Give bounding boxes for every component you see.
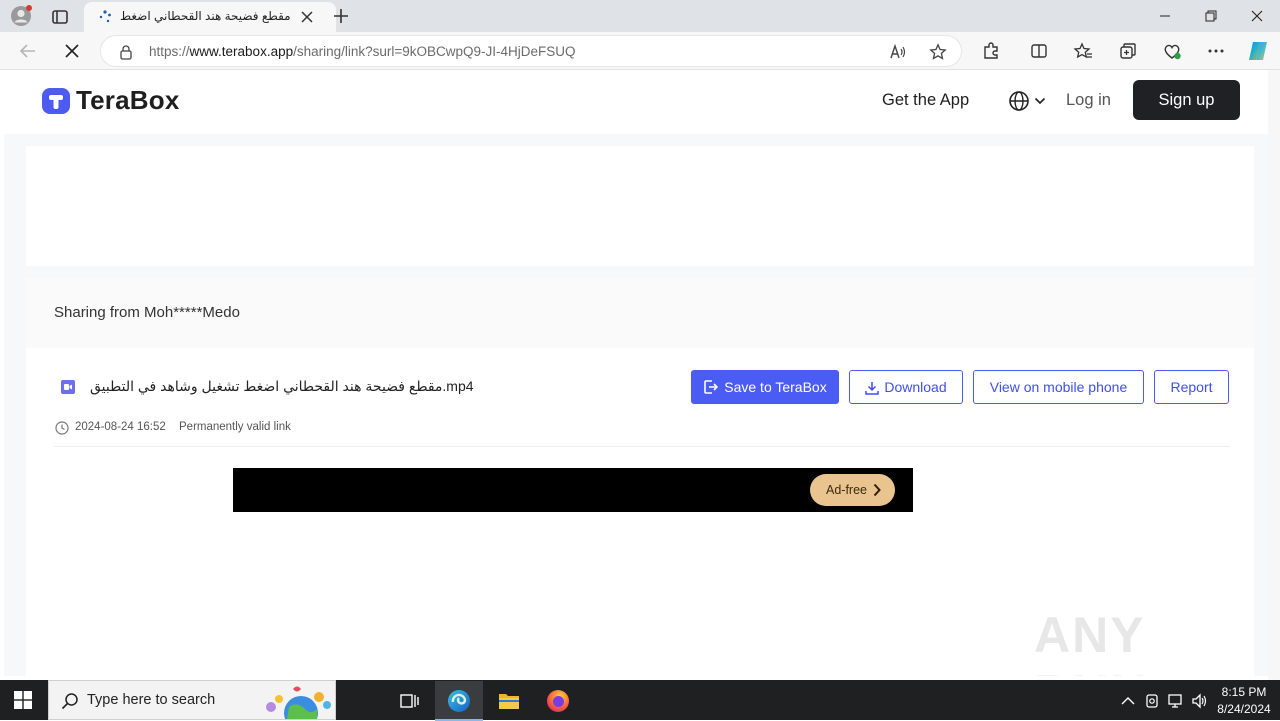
ad-banner-area: [26, 146, 1254, 266]
clock-time: 8:15 PM: [1221, 685, 1267, 699]
divider: [54, 446, 1230, 447]
tab-actions-icon[interactable]: [50, 7, 70, 27]
share-card-header: Sharing from Moh*****Medo: [26, 278, 1254, 348]
url-text[interactable]: https://www.terabox.app/sharing/link?sur…: [149, 44, 576, 59]
favorite-star-icon[interactable]: [929, 43, 947, 61]
read-aloud-icon[interactable]: [889, 43, 907, 61]
download-button[interactable]: Download: [849, 370, 963, 404]
edge-taskbar-icon[interactable]: [435, 681, 483, 721]
report-button[interactable]: Report: [1154, 370, 1229, 404]
tab-title: مقطع فضيحة هند القحطاني اضغط: [120, 9, 291, 23]
stop-loading-icon[interactable]: [62, 41, 82, 61]
clock-date: 8/24/2024: [1217, 702, 1271, 716]
signup-button[interactable]: Sign up: [1133, 80, 1240, 120]
anyrun-watermark: ANY RUN: [1034, 607, 1146, 676]
volume-icon[interactable]: [1191, 692, 1209, 710]
firefox-icon[interactable]: [534, 681, 582, 721]
chevron-down-icon[interactable]: [1034, 96, 1046, 106]
windows-start-icon[interactable]: [14, 691, 32, 709]
browser-tab-bar: مقطع فضيحة هند القحطاني اضغط: [0, 0, 1280, 32]
video-file-icon: [60, 379, 76, 395]
windows-taskbar: Type here to search 8:15 PM 8/24/2024 co…: [0, 680, 1280, 721]
browser-tab[interactable]: مقطع فضيحة هند القحطاني اضغط: [84, 2, 336, 32]
copilot-icon[interactable]: [1246, 39, 1270, 63]
share-date: 2024-08-24 16:52: [75, 421, 166, 433]
close-window-icon[interactable]: [1234, 0, 1280, 32]
loading-spinner-icon: [98, 10, 112, 24]
network-icon[interactable]: [1167, 692, 1185, 710]
file-explorer-icon[interactable]: [485, 681, 533, 721]
search-placeholder: Type here to search: [87, 692, 216, 708]
logo-text[interactable]: TeraBox: [76, 85, 180, 116]
browser-essentials-icon[interactable]: [1162, 41, 1182, 61]
ad-free-button[interactable]: Ad-free: [810, 474, 895, 506]
lock-icon[interactable]: [118, 44, 134, 60]
restore-icon[interactable]: [1188, 0, 1234, 32]
address-bar-row: https://www.terabox.app/sharing/link?sur…: [0, 32, 1280, 70]
extensions-icon[interactable]: [981, 41, 1001, 61]
favorites-icon[interactable]: [1073, 41, 1093, 61]
file-name: مقطع فضيحة هند القحطاني اضغط تشغيل وشاهد…: [90, 378, 474, 394]
login-link[interactable]: Log in: [1066, 91, 1111, 110]
search-highlight-icon: [261, 683, 335, 719]
scrollbar[interactable]: [1268, 70, 1280, 680]
more-options-icon[interactable]: [1206, 41, 1226, 61]
terabox-logo-icon[interactable]: [40, 85, 72, 117]
web-page: TeraBox Get the App Log in Sign up Shari…: [4, 70, 1268, 676]
tab-close-icon[interactable]: [300, 10, 314, 24]
chevron-up-icon[interactable]: [1119, 692, 1137, 710]
globe-icon[interactable]: [1008, 90, 1030, 112]
taskbar-search-box[interactable]: Type here to search 8:15 PM 8/24/2024: [48, 680, 1271, 721]
meet-now-icon[interactable]: [1143, 692, 1161, 710]
address-bar[interactable]: https://www.terabox.app/sharing/link?sur…: [100, 35, 962, 67]
link-validity: Permanently valid link: [179, 421, 291, 433]
download-icon: [865, 381, 880, 395]
collections-icon[interactable]: [1118, 41, 1138, 61]
get-the-app-link[interactable]: Get the App: [882, 91, 969, 110]
clock-icon: [55, 421, 69, 435]
site-header: TeraBox Get the App Log in Sign up: [4, 70, 1268, 134]
task-view-icon[interactable]: [385, 681, 433, 721]
view-on-mobile-button[interactable]: View on mobile phone: [973, 370, 1144, 404]
minimize-icon[interactable]: [1142, 0, 1188, 32]
save-icon: [703, 379, 719, 395]
video-player[interactable]: Ad-free: [233, 468, 913, 512]
sharing-from-text: Sharing from Moh*****Medo: [54, 304, 240, 321]
search-icon: [61, 692, 79, 710]
system-clock[interactable]: 8:15 PM 8/24/2024: [1209, 684, 1279, 718]
split-screen-icon[interactable]: [1029, 41, 1049, 61]
new-tab-icon[interactable]: [332, 7, 350, 25]
back-arrow-icon[interactable]: [18, 41, 38, 61]
chevron-right-icon: [872, 483, 882, 497]
profile-icon[interactable]: [10, 5, 32, 27]
save-to-terabox-button[interactable]: Save to TeraBox: [691, 370, 839, 404]
